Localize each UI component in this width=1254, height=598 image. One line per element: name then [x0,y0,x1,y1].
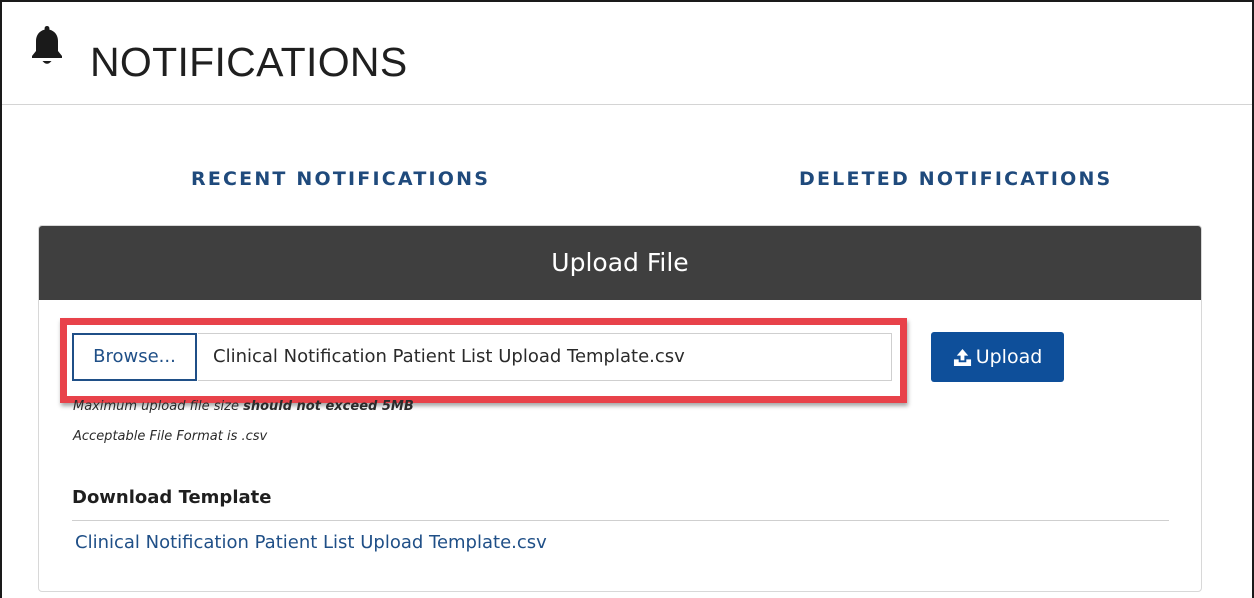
format-note: Acceptable File Format is .csv [73,429,268,444]
file-name-field[interactable]: Clinical Notification Patient List Uploa… [198,333,892,381]
upload-button-label: Upload [975,346,1043,368]
download-template-heading: Download Template [72,487,272,508]
app-frame: NOTIFICATIONS RECENT NOTIFICATIONS DELET… [0,0,1254,598]
template-download-link[interactable]: Clinical Notification Patient List Uploa… [75,532,547,553]
page-header: NOTIFICATIONS [2,2,1252,105]
panel-title: Upload File [39,226,1201,300]
divider [72,520,1169,521]
page-title: NOTIFICATIONS [90,39,408,85]
upload-icon [953,348,971,366]
size-note: Maximum upload file size should not exce… [73,399,414,414]
tab-deleted-notifications[interactable]: DELETED NOTIFICATIONS [799,166,1112,192]
size-note-emphasis: should not exceed 5MB [243,399,414,414]
bell-icon [32,26,62,64]
tab-recent-notifications[interactable]: RECENT NOTIFICATIONS [191,166,490,192]
size-note-text: Maximum upload file size [73,399,244,414]
upload-button[interactable]: Upload [931,332,1064,382]
browse-button[interactable]: Browse... [72,333,197,381]
